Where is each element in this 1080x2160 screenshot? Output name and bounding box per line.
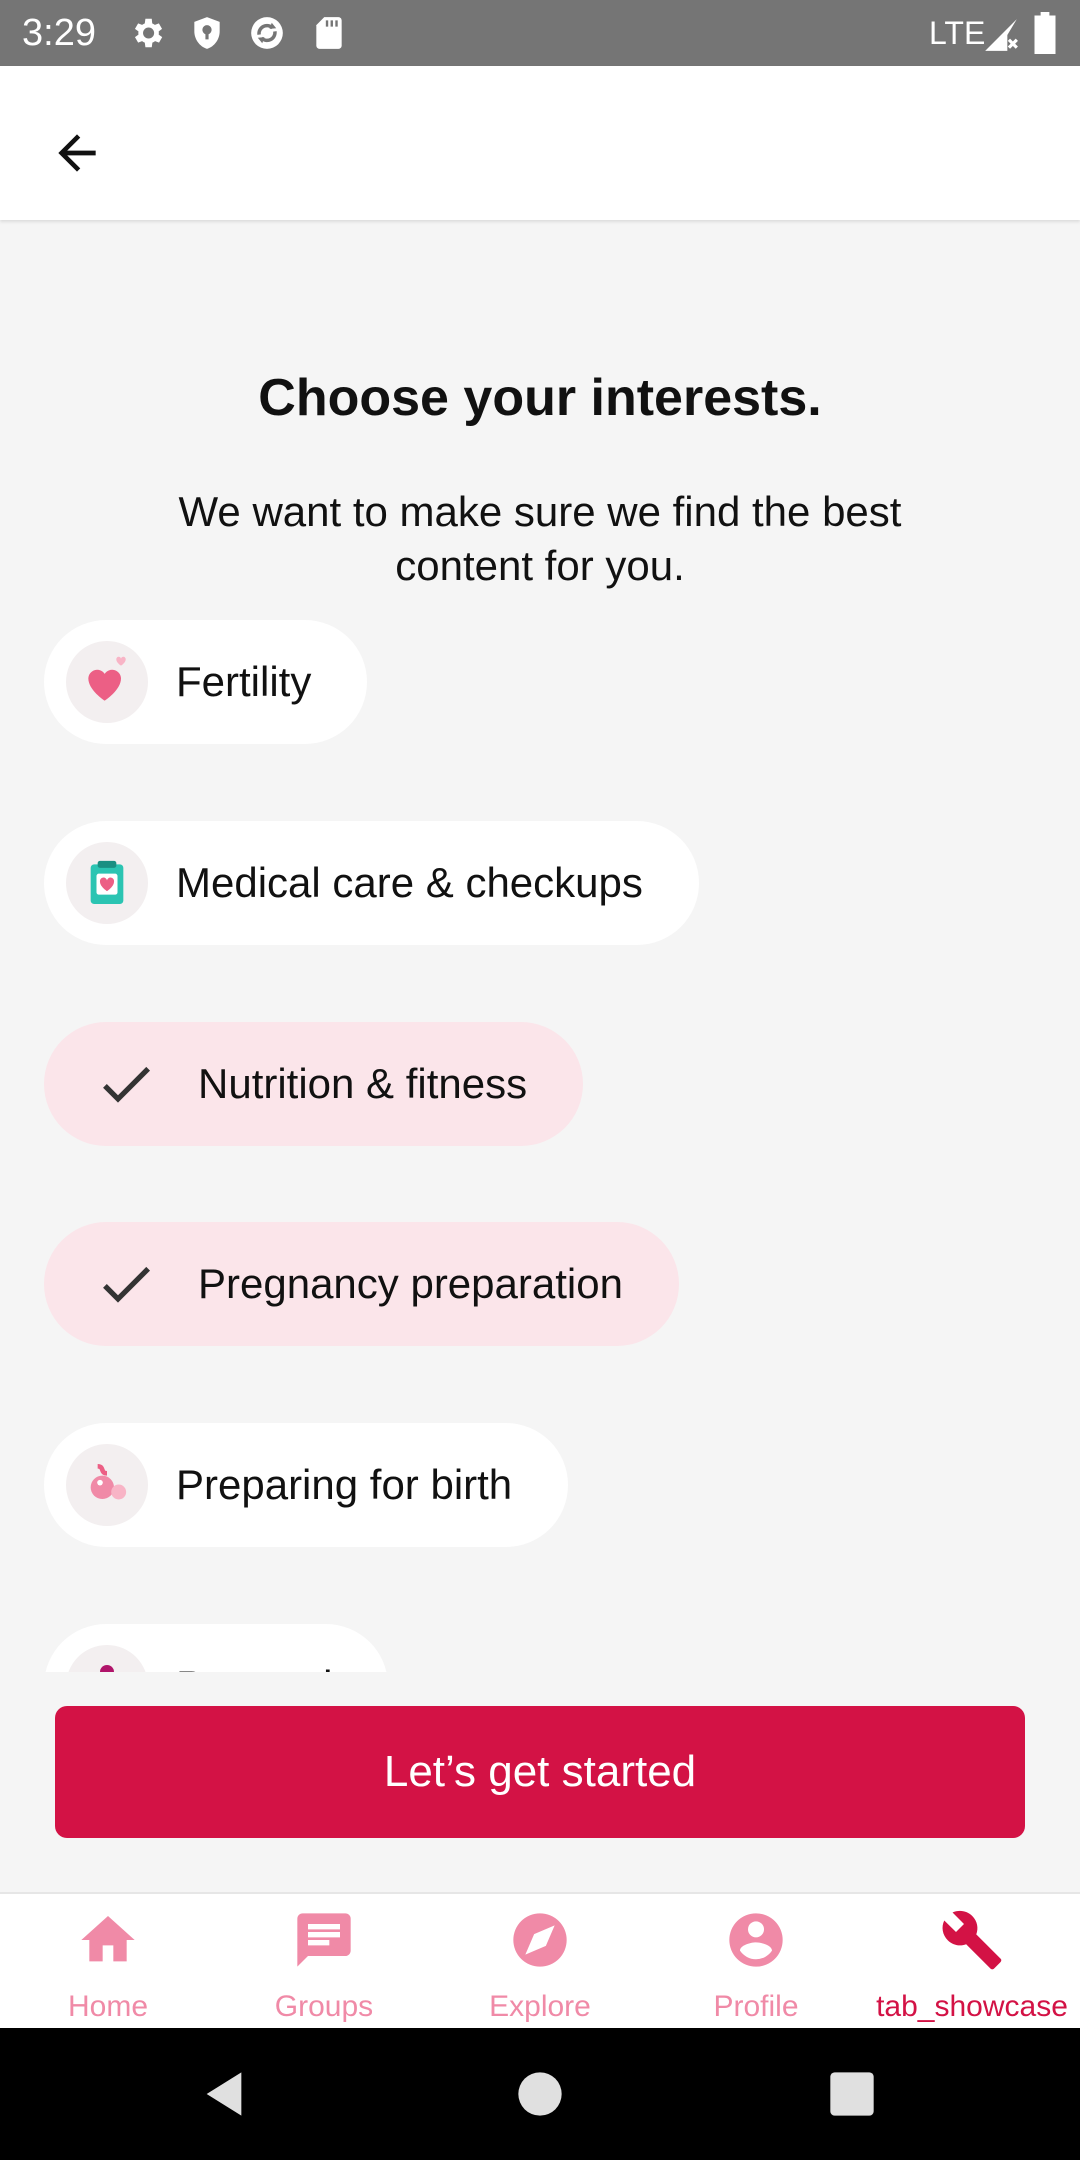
system-back-icon[interactable] (198, 2068, 250, 2120)
interest-label: Fertility (176, 658, 312, 705)
signal-icon (985, 19, 1018, 51)
check-icon (94, 1052, 158, 1116)
nav-item-profile[interactable]: Profile (648, 1894, 864, 2028)
bottom-nav: Home Groups Explore Profile tab_showcase (0, 1892, 1080, 2028)
interest-chip-preparing-for-birth[interactable]: Preparing for birth (44, 1423, 569, 1547)
wrench-icon (940, 1908, 1004, 1972)
nav-item-groups[interactable]: Groups (216, 1894, 432, 2028)
interest-list: Fertility Medical care & checkups Nutrit… (0, 242, 1080, 1672)
interest-chip-nutrition-fitness[interactable]: Nutrition & fitness (44, 1022, 584, 1146)
pacifier-icon (66, 1645, 148, 1672)
interest-label: Parental (176, 1662, 388, 1672)
system-recents-icon[interactable] (826, 2068, 878, 2120)
compass-icon (508, 1908, 572, 1972)
nav-label: Explore (489, 1990, 591, 2023)
interest-label: Pregnancy preparation (198, 1260, 623, 1307)
nav-label: Groups (274, 1990, 374, 2023)
interest-chip-medical-care[interactable]: Medical care & checkups (44, 821, 699, 945)
sd-card-icon (316, 17, 342, 49)
check-icon (94, 1252, 158, 1316)
back-arrow-icon (58, 134, 96, 172)
battery-icon (1034, 12, 1056, 54)
app-bar (0, 66, 1080, 220)
interest-chip-fertility[interactable]: Fertility (44, 620, 368, 744)
nav-item-home[interactable]: Home (0, 1894, 216, 2028)
medical-card-icon (66, 842, 148, 924)
baby-icon (66, 1444, 148, 1526)
status-time: 3:29 (22, 12, 96, 54)
interest-chip-pregnancy-preparation[interactable]: Pregnancy preparation (44, 1222, 679, 1346)
status-bar: 3:29 LTE (0, 0, 1080, 66)
nav-item-explore[interactable]: Explore (432, 1894, 648, 2028)
home-icon (76, 1908, 140, 1972)
system-nav-bar (0, 2028, 1080, 2160)
system-home-icon[interactable] (514, 2068, 566, 2120)
chat-icon (292, 1908, 356, 1972)
screen: 3:29 LTE Choose your interests. We want … (0, 0, 1080, 2160)
shield-icon (194, 17, 220, 49)
interest-label: Preparing for birth (176, 1461, 513, 1508)
back-button[interactable] (30, 106, 124, 200)
nav-label: Profile (713, 1990, 799, 2023)
nav-item-tab-showcase[interactable]: tab_showcase (864, 1894, 1080, 2028)
interest-label: Medical care & checkups (176, 859, 643, 906)
interest-label: Nutrition & fitness (198, 1060, 528, 1107)
person-icon (724, 1908, 788, 1972)
interest-chip-parental[interactable]: Parental (44, 1624, 389, 1672)
heart-icon (66, 641, 148, 723)
network-type: LTE (929, 15, 986, 51)
get-started-button[interactable]: Let’s get started (55, 1706, 1025, 1838)
sync-icon (251, 17, 283, 49)
nav-label: Home (67, 1990, 149, 2023)
gear-icon (134, 18, 163, 48)
nav-label: tab_showcase (876, 1990, 1068, 2023)
interests-content[interactable]: Choose your interests. We want to make s… (0, 242, 1080, 1672)
